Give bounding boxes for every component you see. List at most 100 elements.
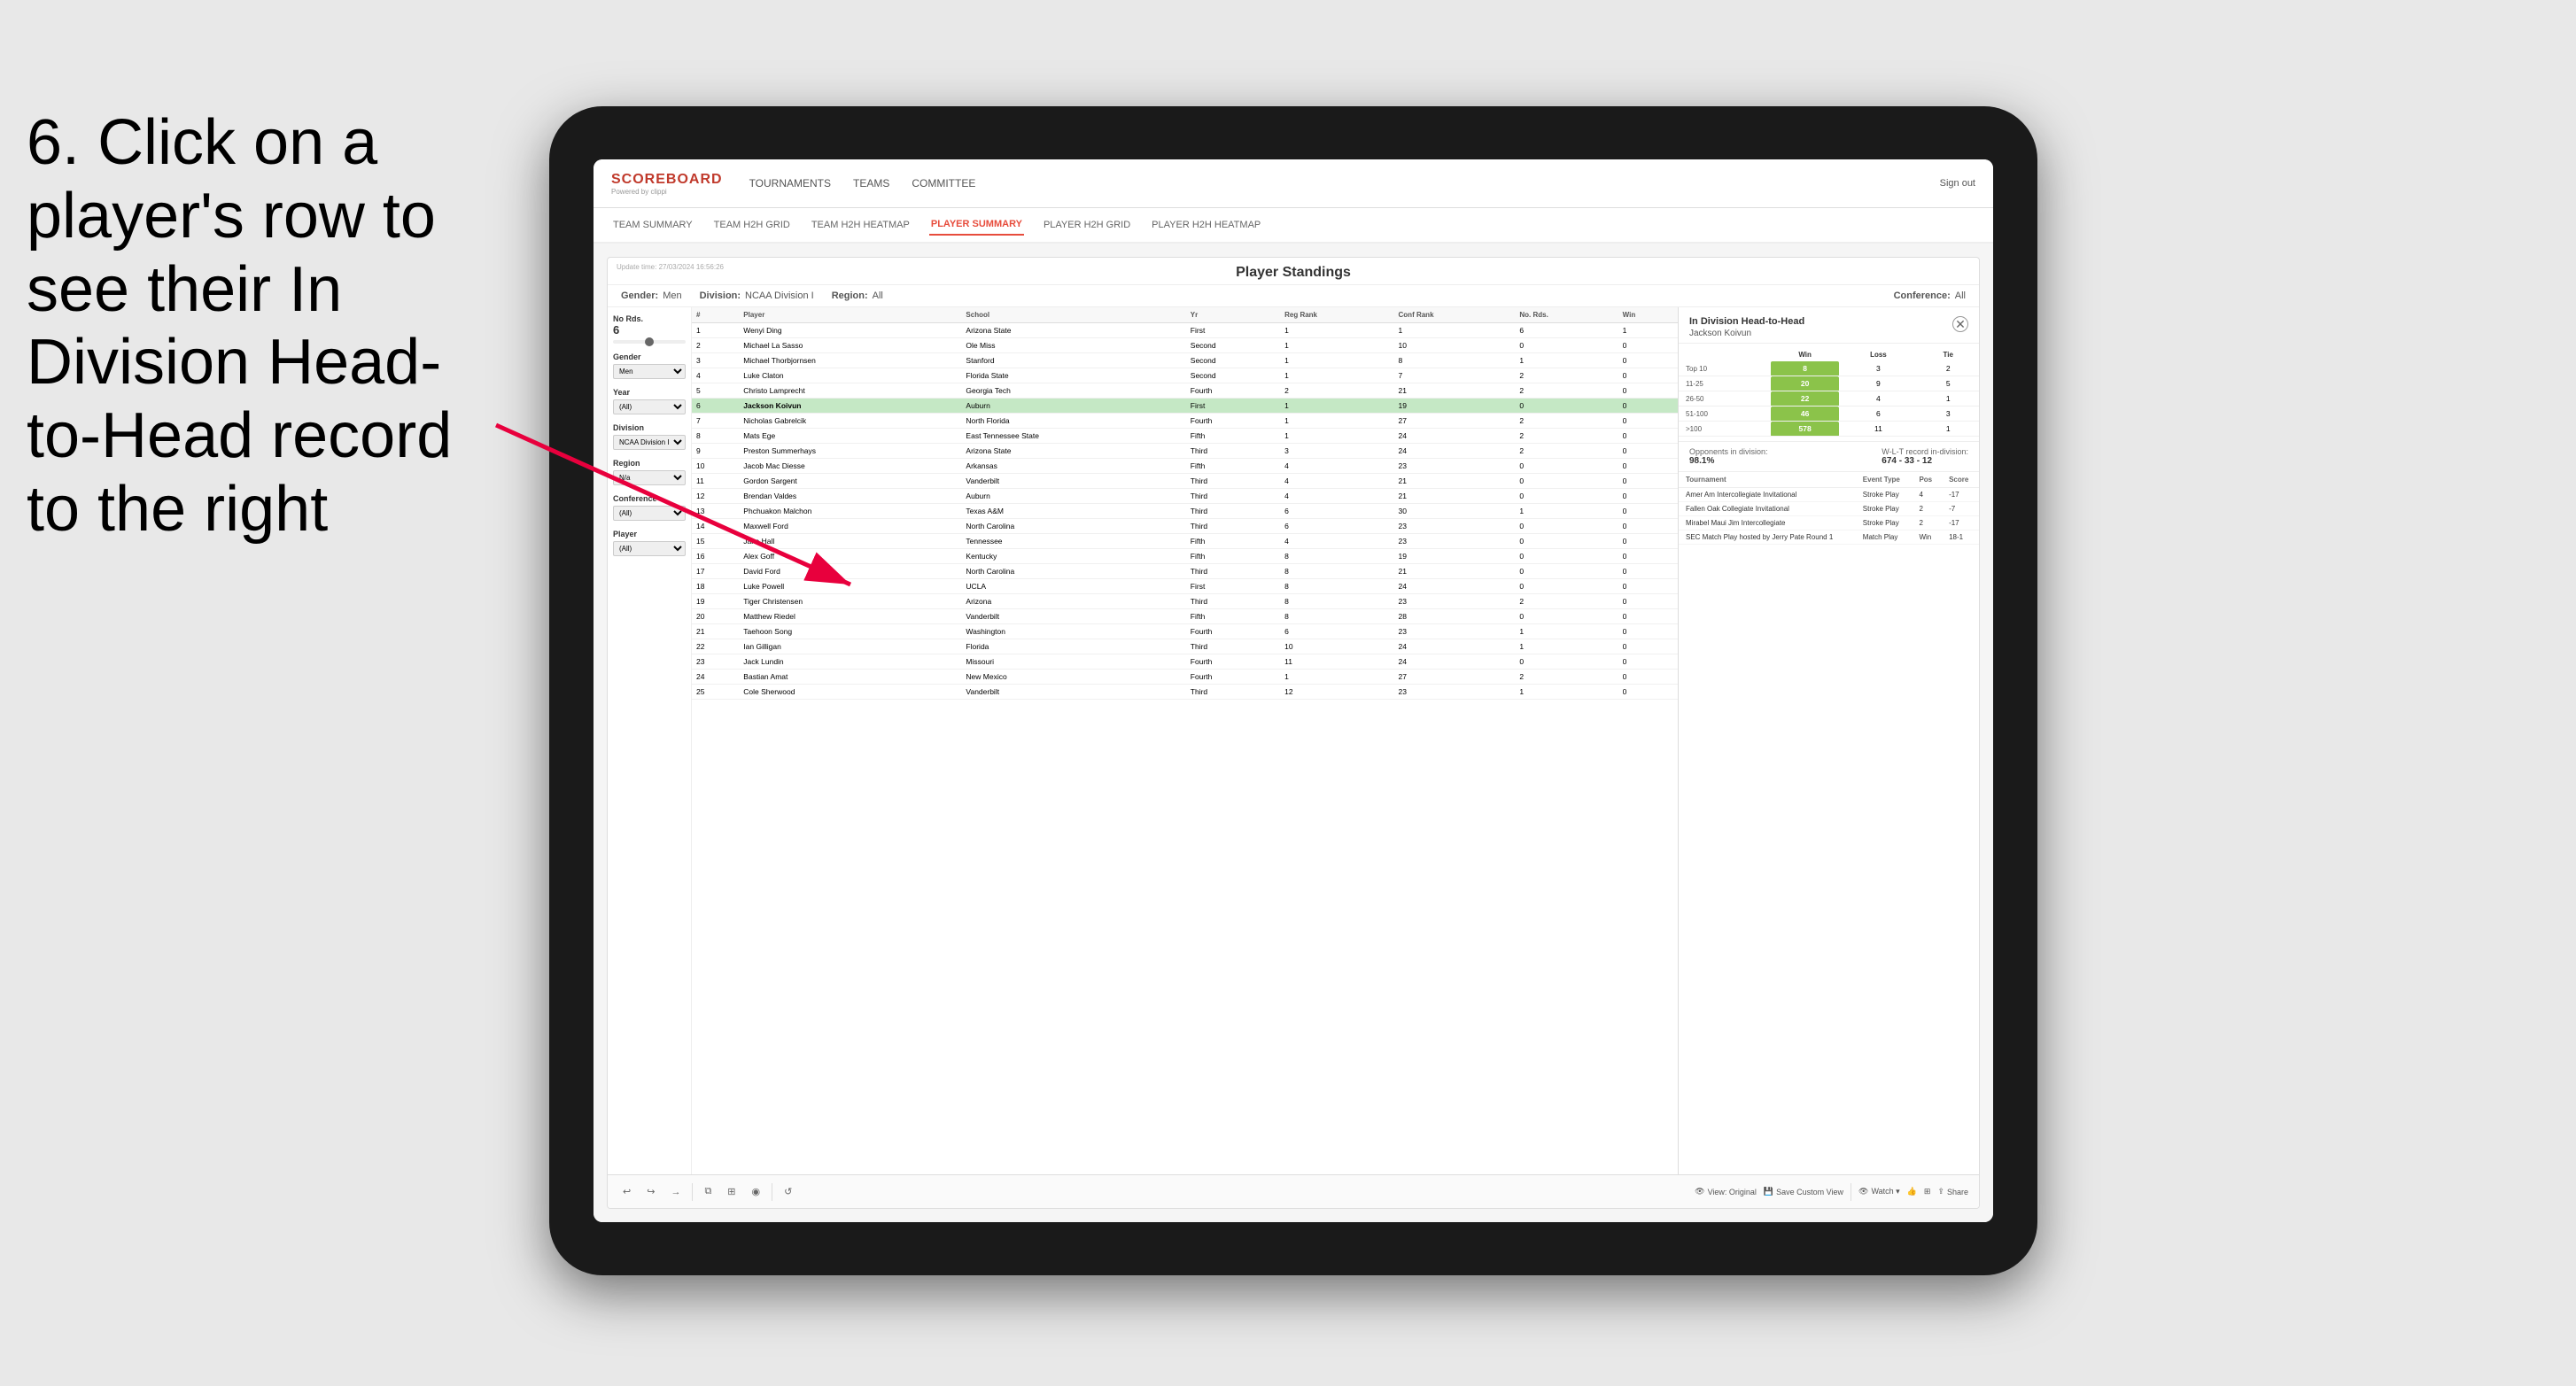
cell-player: Cole Sherwood (739, 685, 961, 700)
thumbs-button[interactable]: 👍 (1907, 1187, 1917, 1196)
watch-icon: 👁 (1858, 1187, 1868, 1196)
cell-conf: 23 (1394, 534, 1516, 549)
table-row[interactable]: 1 Wenyi Ding Arizona State First 1 1 6 1 (692, 323, 1678, 338)
cell-player: Michael La Sasso (739, 338, 961, 353)
nav-committee[interactable]: COMMITTEE (912, 173, 975, 194)
cell-reg: 11 (1280, 654, 1393, 670)
table-row[interactable]: 17 David Ford North Carolina Third 8 21 … (692, 564, 1678, 579)
share-button[interactable]: ⇪ Share (1937, 1187, 1968, 1196)
grid-button[interactable]: ⊞ (1924, 1187, 1931, 1196)
save-custom-button[interactable]: 💾 Save Custom View (1764, 1187, 1843, 1196)
cell-conf: 10 (1394, 338, 1516, 353)
cell-yr: Fifth (1186, 534, 1280, 549)
tournaments-table: Tournament Event Type Pos Score Amer Am … (1679, 472, 1979, 545)
cell-rds: 1 (1515, 353, 1618, 368)
instruction-text: 6. Click on a player's row to see their … (0, 89, 514, 564)
table-row[interactable]: 14 Maxwell Ford North Carolina Third 6 2… (692, 519, 1678, 534)
cell-conf: 21 (1394, 489, 1516, 504)
cell-conf: 21 (1394, 383, 1516, 399)
redo-button[interactable]: ↪ (642, 1183, 659, 1200)
table-row[interactable]: 12 Brendan Valdes Auburn Third 4 21 0 0 (692, 489, 1678, 504)
camera-button[interactable]: ◉ (748, 1183, 765, 1200)
region-filter-select[interactable]: N/a (613, 470, 686, 485)
table-row[interactable]: 18 Luke Powell UCLA First 8 24 0 0 (692, 579, 1678, 594)
table-row[interactable]: 2 Michael La Sasso Ole Miss Second 1 10 … (692, 338, 1678, 353)
toolbar-right: 👁 View: Original 💾 Save Custom View 👁 Wa… (1695, 1183, 1968, 1201)
cell-rds: 1 (1515, 504, 1618, 519)
content-split: No Rds. 6 Gender Men (608, 307, 1979, 1174)
cell-rds: 2 (1515, 383, 1618, 399)
table-row[interactable]: 3 Michael Thorbjornsen Stanford Second 1… (692, 353, 1678, 368)
gender-filter-select[interactable]: Men (613, 364, 686, 379)
cell-player: Matthew Riedel (739, 609, 961, 624)
t-score: 18-1 (1942, 530, 1979, 545)
cell-num: 4 (692, 368, 739, 383)
cell-conf: 24 (1394, 429, 1516, 444)
cell-reg: 1 (1280, 353, 1393, 368)
h2h-tie: 3 (1917, 407, 1979, 422)
player-filter-select[interactable]: (All) (613, 541, 686, 556)
view-original-button[interactable]: 👁 View: Original (1695, 1187, 1757, 1196)
nav-teams[interactable]: TEAMS (853, 173, 889, 194)
cell-player: Jacob Mac Diesse (739, 459, 961, 474)
cell-win: 0 (1618, 594, 1678, 609)
cell-player: Luke Claton (739, 368, 961, 383)
copy-button[interactable]: ⧉ (700, 1183, 716, 1200)
cell-num: 6 (692, 399, 739, 414)
table-row[interactable]: 15 Jake Hall Tennessee Fifth 4 23 0 0 (692, 534, 1678, 549)
subnav-player-h2h-heatmap[interactable]: PLAYER H2H HEATMAP (1150, 215, 1262, 235)
table-row[interactable]: 8 Mats Ege East Tennessee State Fifth 1 … (692, 429, 1678, 444)
subnav-player-h2h-grid[interactable]: PLAYER H2H GRID (1042, 215, 1132, 235)
h2h-row: 51-100 46 6 3 (1679, 407, 1979, 422)
division-filter-select[interactable]: NCAA Division I (613, 435, 686, 450)
refresh-button[interactable]: ↺ (780, 1183, 796, 1200)
cell-num: 1 (692, 323, 739, 338)
table-row[interactable]: 23 Jack Lundin Missouri Fourth 11 24 0 0 (692, 654, 1678, 670)
table-row[interactable]: 9 Preston Summerhays Arizona State Third… (692, 444, 1678, 459)
table-row[interactable]: 21 Taehoon Song Washington Fourth 6 23 1… (692, 624, 1678, 639)
table-row[interactable]: 13 Phchuakon Malchon Texas A&M Third 6 3… (692, 504, 1678, 519)
table-row[interactable]: 20 Matthew Riedel Vanderbilt Fifth 8 28 … (692, 609, 1678, 624)
table-row[interactable]: 4 Luke Claton Florida State Second 1 7 2… (692, 368, 1678, 383)
watch-button[interactable]: 👁 Watch ▾ (1858, 1187, 1900, 1196)
table-row[interactable]: 10 Jacob Mac Diesse Arkansas Fifth 4 23 … (692, 459, 1678, 474)
table-row[interactable]: 22 Ian Gilligan Florida Third 10 24 1 0 (692, 639, 1678, 654)
table-row[interactable]: 16 Alex Goff Kentucky Fifth 8 19 0 0 (692, 549, 1678, 564)
table-row[interactable]: 24 Bastian Amat New Mexico Fourth 1 27 2… (692, 670, 1678, 685)
share-label: Share (1947, 1188, 1968, 1196)
conference-filter-select[interactable]: (All) (613, 506, 686, 521)
h2h-col-loss: Loss (1839, 348, 1917, 361)
h2h-rank: 11-25 (1679, 376, 1771, 391)
subnav-team-h2h-heatmap[interactable]: TEAM H2H HEATMAP (810, 215, 912, 235)
table-row[interactable]: 6 Jackson Koivun Auburn First 1 19 0 0 (692, 399, 1678, 414)
h2h-loss: 3 (1839, 361, 1917, 376)
h2h-rank: >100 (1679, 422, 1771, 437)
sign-out-link[interactable]: Sign out (1940, 178, 1975, 189)
subnav-player-summary[interactable]: PLAYER SUMMARY (929, 214, 1024, 236)
cell-yr: First (1186, 579, 1280, 594)
subnav-team-summary[interactable]: TEAM SUMMARY (611, 215, 694, 235)
cell-school: Vanderbilt (961, 609, 1185, 624)
cell-num: 14 (692, 519, 739, 534)
cell-yr: Second (1186, 338, 1280, 353)
paste-button[interactable]: ⊞ (723, 1183, 740, 1200)
tournament-row: Mirabel Maui Jim Intercollegiate Stroke … (1679, 516, 1979, 530)
cell-win: 0 (1618, 564, 1678, 579)
forward-button[interactable]: → (666, 1184, 685, 1200)
table-row[interactable]: 11 Gordon Sargent Vanderbilt Third 4 21 … (692, 474, 1678, 489)
nav-tournaments[interactable]: TOURNAMENTS (749, 173, 831, 194)
year-filter-select[interactable]: (All) (613, 399, 686, 414)
cell-yr: Third (1186, 639, 1280, 654)
h2h-close-button[interactable]: ✕ (1952, 316, 1968, 332)
cell-player: Christo Lamprecht (739, 383, 961, 399)
cell-num: 17 (692, 564, 739, 579)
subnav-team-h2h-grid[interactable]: TEAM H2H GRID (712, 215, 792, 235)
table-row[interactable]: 7 Nicholas Gabrelcik North Florida Fourt… (692, 414, 1678, 429)
undo-button[interactable]: ↩ (618, 1183, 635, 1200)
table-row[interactable]: 19 Tiger Christensen Arizona Third 8 23 … (692, 594, 1678, 609)
cell-school: Georgia Tech (961, 383, 1185, 399)
cell-player: Gordon Sargent (739, 474, 961, 489)
cell-num: 12 (692, 489, 739, 504)
table-row[interactable]: 5 Christo Lamprecht Georgia Tech Fourth … (692, 383, 1678, 399)
table-row[interactable]: 25 Cole Sherwood Vanderbilt Third 12 23 … (692, 685, 1678, 700)
